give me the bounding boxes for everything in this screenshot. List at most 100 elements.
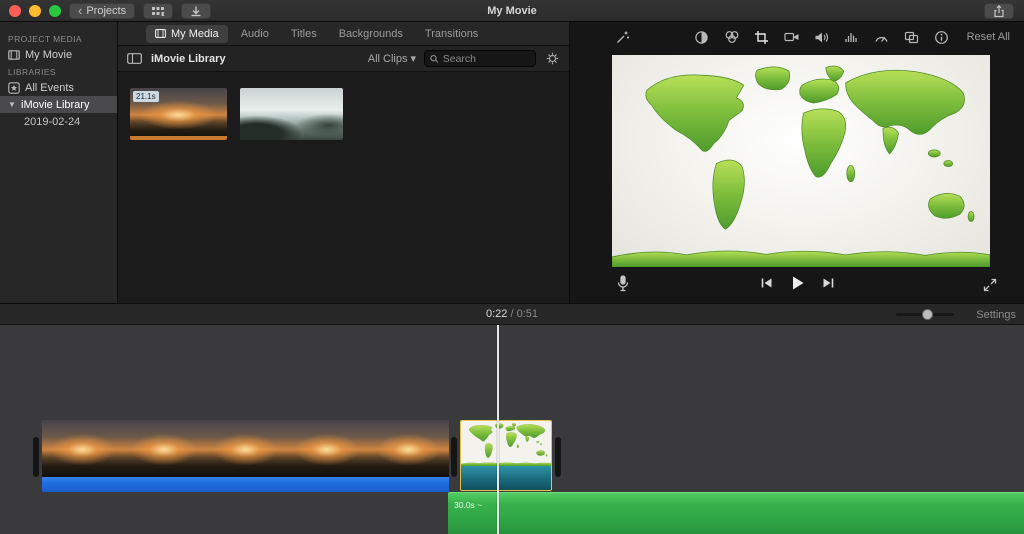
clip-frame bbox=[368, 420, 449, 477]
search-field[interactable] bbox=[424, 50, 536, 67]
titlebar: ‹ Projects My Movie bbox=[0, 0, 1024, 22]
effects-button[interactable] bbox=[903, 29, 920, 46]
sidebar-toggle-button[interactable] bbox=[126, 50, 143, 67]
clip-filter-dropdown[interactable]: All Clips ▾ bbox=[368, 52, 416, 65]
projects-button-label: Projects bbox=[86, 4, 126, 18]
crop-button[interactable] bbox=[753, 29, 770, 46]
color-correction-button[interactable] bbox=[723, 29, 740, 46]
tab-label: Audio bbox=[241, 28, 269, 40]
share-button[interactable] bbox=[984, 3, 1014, 19]
info-button[interactable] bbox=[933, 29, 950, 46]
timeline-clip-map-selected[interactable] bbox=[460, 420, 552, 491]
sidebar-item-my-movie[interactable]: My Movie bbox=[0, 46, 117, 63]
projects-back-button[interactable]: ‹ Projects bbox=[69, 3, 135, 19]
noise-reduction-button[interactable] bbox=[843, 29, 860, 46]
my-movie-label: My Movie bbox=[25, 49, 72, 61]
viewer-panel: Reset All bbox=[570, 22, 1024, 303]
selection-range-bar bbox=[130, 136, 227, 140]
search-icon bbox=[430, 54, 439, 64]
event-date-label: 2019-02-24 bbox=[24, 116, 80, 128]
minimize-window-button[interactable] bbox=[29, 5, 41, 17]
trim-handle-right[interactable] bbox=[555, 437, 561, 477]
browser-tabs: My Media Audio Titles Backgrounds Transi… bbox=[118, 22, 569, 46]
clip-filmstrip bbox=[42, 420, 449, 477]
playback-controls bbox=[758, 274, 837, 291]
media-browser: My Media Audio Titles Backgrounds Transi… bbox=[118, 22, 570, 303]
volume-button[interactable] bbox=[813, 29, 830, 46]
browser-settings-button[interactable] bbox=[544, 50, 561, 67]
map-clip-audio bbox=[461, 466, 551, 490]
play-button[interactable] bbox=[789, 274, 806, 291]
download-arrow-icon bbox=[188, 2, 205, 19]
sidebar-item-all-events[interactable]: All Events bbox=[0, 79, 117, 96]
star-icon bbox=[8, 82, 20, 94]
movie-frame-icon bbox=[8, 50, 20, 60]
tab-label: Titles bbox=[291, 28, 317, 40]
browser-clip-ocean[interactable] bbox=[240, 88, 343, 140]
tab-titles[interactable]: Titles bbox=[282, 25, 326, 43]
time-display: 0:22 / 0:51 bbox=[0, 308, 1024, 320]
clip-frame bbox=[205, 420, 286, 477]
video-preview bbox=[612, 55, 990, 267]
total-time: 0:51 bbox=[517, 308, 538, 320]
search-input[interactable] bbox=[443, 53, 530, 65]
map-clip-thumbnail bbox=[461, 421, 551, 466]
sidebar-item-event-date[interactable]: 2019-02-24 bbox=[0, 113, 117, 130]
timeline-settings-button[interactable]: Settings bbox=[976, 309, 1016, 321]
duration-badge: 21.1s bbox=[133, 91, 159, 102]
all-events-label: All Events bbox=[25, 82, 74, 94]
playhead[interactable] bbox=[497, 325, 499, 534]
timeline-zoom-slider[interactable] bbox=[896, 313, 954, 316]
tab-my-media[interactable]: My Media bbox=[146, 25, 228, 43]
libraries-heading: LIBRARIES bbox=[0, 63, 117, 79]
browser-clips-area: 21.1s bbox=[118, 72, 569, 303]
fullscreen-button[interactable] bbox=[981, 276, 998, 293]
tab-transitions[interactable]: Transitions bbox=[416, 25, 487, 43]
trim-handle-middle[interactable] bbox=[451, 437, 457, 477]
trim-handle-left[interactable] bbox=[33, 437, 39, 477]
voiceover-mic-button[interactable] bbox=[614, 275, 631, 292]
media-browser-button[interactable] bbox=[143, 3, 173, 19]
timeline-music-clip[interactable]: 30.0s ~ bbox=[448, 492, 1024, 534]
back-chevron-icon: ‹ bbox=[78, 4, 82, 18]
clip-frame bbox=[286, 420, 367, 477]
audio-waveform bbox=[42, 477, 449, 492]
tab-backgrounds[interactable]: Backgrounds bbox=[330, 25, 412, 43]
import-media-button[interactable] bbox=[181, 3, 211, 19]
share-icon bbox=[991, 3, 1008, 20]
timeline-clip-sunset[interactable] bbox=[42, 420, 449, 492]
libraries-sidebar: PROJECT MEDIA My Movie LIBRARIES All Eve… bbox=[0, 22, 118, 303]
project-media-heading: PROJECT MEDIA bbox=[0, 30, 117, 46]
tab-label: Transitions bbox=[425, 28, 478, 40]
clip-frame bbox=[42, 420, 123, 477]
reset-all-button[interactable]: Reset All bbox=[967, 31, 1010, 43]
music-clip-duration: 30.0s ~ bbox=[454, 500, 482, 510]
transport-controls bbox=[570, 268, 1024, 303]
main-split: PROJECT MEDIA My Movie LIBRARIES All Eve… bbox=[0, 22, 1024, 303]
clip-frame bbox=[123, 420, 204, 477]
tab-audio[interactable]: Audio bbox=[232, 25, 278, 43]
browser-header: iMovie Library All Clips ▾ bbox=[118, 46, 569, 72]
current-time: 0:22 bbox=[486, 308, 507, 320]
adjust-tools-group bbox=[693, 29, 950, 46]
tab-label: My Media bbox=[171, 28, 219, 40]
zoom-slider-thumb[interactable] bbox=[922, 309, 933, 320]
color-balance-button[interactable] bbox=[693, 29, 710, 46]
media-grid-icon bbox=[150, 2, 167, 19]
previous-frame-button[interactable] bbox=[758, 274, 775, 291]
zoom-window-button[interactable] bbox=[49, 5, 61, 17]
disclosure-triangle-icon[interactable]: ▼ bbox=[8, 100, 16, 109]
browser-library-title: iMovie Library bbox=[151, 53, 226, 65]
enhance-wand-button[interactable] bbox=[614, 29, 631, 46]
timeline[interactable]: 30.0s ~ bbox=[0, 325, 1024, 534]
world-map-frame bbox=[612, 55, 990, 267]
browser-clip-sunset[interactable]: 21.1s bbox=[130, 88, 227, 140]
close-window-button[interactable] bbox=[9, 5, 21, 17]
window-controls bbox=[9, 5, 61, 17]
stabilization-button[interactable] bbox=[783, 29, 800, 46]
sidebar-item-imovie-library[interactable]: ▼ iMovie Library bbox=[0, 96, 117, 113]
timeline-toolbar: 0:22 / 0:51 Settings bbox=[0, 303, 1024, 325]
speed-button[interactable] bbox=[873, 29, 890, 46]
next-frame-button[interactable] bbox=[820, 274, 837, 291]
imovie-library-label: iMovie Library bbox=[21, 99, 89, 111]
